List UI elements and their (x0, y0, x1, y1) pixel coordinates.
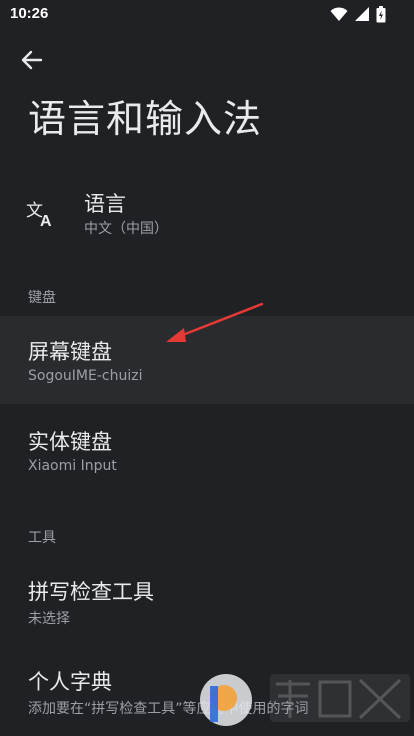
page-title: 语言和输入法 (28, 97, 263, 141)
status-icons (330, 5, 386, 23)
physical-keyboard-title: 实体键盘 (28, 430, 112, 454)
language-summary: 中文（中国） (84, 221, 168, 237)
onscreen-keyboard-summary: SogouIME-chuizi (28, 368, 143, 384)
language-row[interactable]: 文 A 语言 中文（中国） (0, 176, 414, 256)
wifi-icon (330, 7, 348, 21)
arrow-left-icon (21, 50, 43, 70)
onscreen-keyboard-title: 屏幕键盘 (28, 340, 112, 364)
svg-text:A: A (40, 213, 52, 230)
personal-dictionary-row[interactable]: 个人字典 添加要在“拼写检查工具”等应用中使用的字词 (0, 646, 414, 736)
translate-icon: 文 A (26, 201, 52, 230)
section-header-tools: 工具 (28, 530, 56, 546)
physical-keyboard-summary: Xiaomi Input (28, 458, 117, 474)
personal-dictionary-summary: 添加要在“拼写检查工具”等应用中使用的字词 (28, 701, 309, 717)
personal-dictionary-title: 个人字典 (28, 670, 112, 694)
battery-icon (376, 5, 386, 22)
status-time: 10:26 (10, 5, 49, 22)
back-button[interactable] (16, 44, 48, 76)
section-header-keyboard: 键盘 (28, 290, 56, 306)
onscreen-keyboard-row[interactable]: 屏幕键盘 SogouIME-chuizi (0, 316, 414, 404)
signal-icon (355, 7, 369, 21)
status-bar: 10:26 (0, 0, 414, 28)
physical-keyboard-row[interactable]: 实体键盘 Xiaomi Input (0, 406, 414, 492)
language-title: 语言 (84, 192, 126, 216)
spell-checker-row[interactable]: 拼写检查工具 未选择 (0, 556, 414, 642)
spell-checker-title: 拼写检查工具 (28, 580, 154, 604)
spell-checker-summary: 未选择 (28, 611, 70, 627)
